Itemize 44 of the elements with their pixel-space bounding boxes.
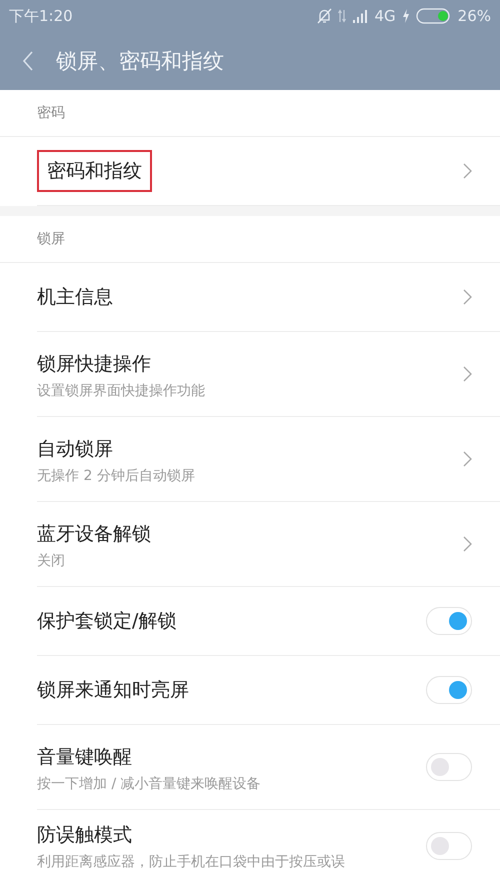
settings-row[interactable]: 音量键唤醒 按一下增加 / 减小音量键来唤醒设备 [37,725,500,810]
battery-percent: 26% [458,7,491,25]
row-subtitle: 关闭 [37,552,66,570]
row-subtitle: 设置锁屏界面快捷操作功能 [37,382,205,400]
network-type: 4G [374,7,396,25]
toggle-switch[interactable] [426,753,472,781]
bell-muted-icon [317,8,332,24]
settings-row[interactable]: 锁屏快捷操作 设置锁屏界面快捷操作功能 [37,332,500,417]
section-label: 密码 [37,104,65,122]
row-subtitle: 无操作 2 分钟后自动锁屏 [37,466,195,484]
settings-row[interactable]: 蓝牙设备解锁 关闭 [37,502,500,587]
settings-row[interactable]: 密码和指纹 [37,137,500,206]
chevron-icon [463,451,472,467]
chevron-icon [463,536,472,552]
toggle-switch[interactable] [426,676,472,704]
settings-row[interactable]: 机主信息 [37,263,500,332]
signal-icon [352,10,368,22]
settings-row[interactable]: 保护套锁定/解锁 [37,587,500,656]
charging-icon [402,9,410,23]
status-time: 下午1:20 [9,6,73,26]
row-title: 自动锁屏 [37,436,113,462]
chevron-icon [463,289,472,305]
row-title: 锁屏快捷操作 [37,352,151,376]
row-title: 防误触模式 [37,823,132,848]
row-title: 密码和指纹 [37,150,152,192]
row-title: 音量键唤醒 [37,744,132,770]
settings-row[interactable]: 防误触模式 利用距离感应器，防止手机在口袋中由于按压或误 [37,810,500,877]
back-icon[interactable] [22,51,34,71]
page-title: 锁屏、密码和指纹 [56,48,224,75]
row-subtitle: 按一下增加 / 减小音量键来唤醒设备 [37,774,261,792]
data-arrows-icon [338,9,346,23]
settings-row[interactable]: 自动锁屏 无操作 2 分钟后自动锁屏 [37,417,500,502]
chevron-icon [463,366,472,382]
row-title: 保护套锁定/解锁 [37,609,176,634]
row-title: 蓝牙设备解锁 [37,522,151,546]
battery-icon [416,8,452,24]
settings-row[interactable]: 锁屏来通知时亮屏 [37,656,500,725]
row-title: 锁屏来通知时亮屏 [37,678,189,703]
toggle-switch[interactable] [426,607,472,635]
toggle-switch[interactable] [426,832,472,860]
section-label: 锁屏 [37,230,65,248]
row-title: 机主信息 [37,285,113,310]
row-subtitle: 利用距离感应器，防止手机在口袋中由于按压或误 [37,853,345,871]
chevron-icon [463,163,472,179]
